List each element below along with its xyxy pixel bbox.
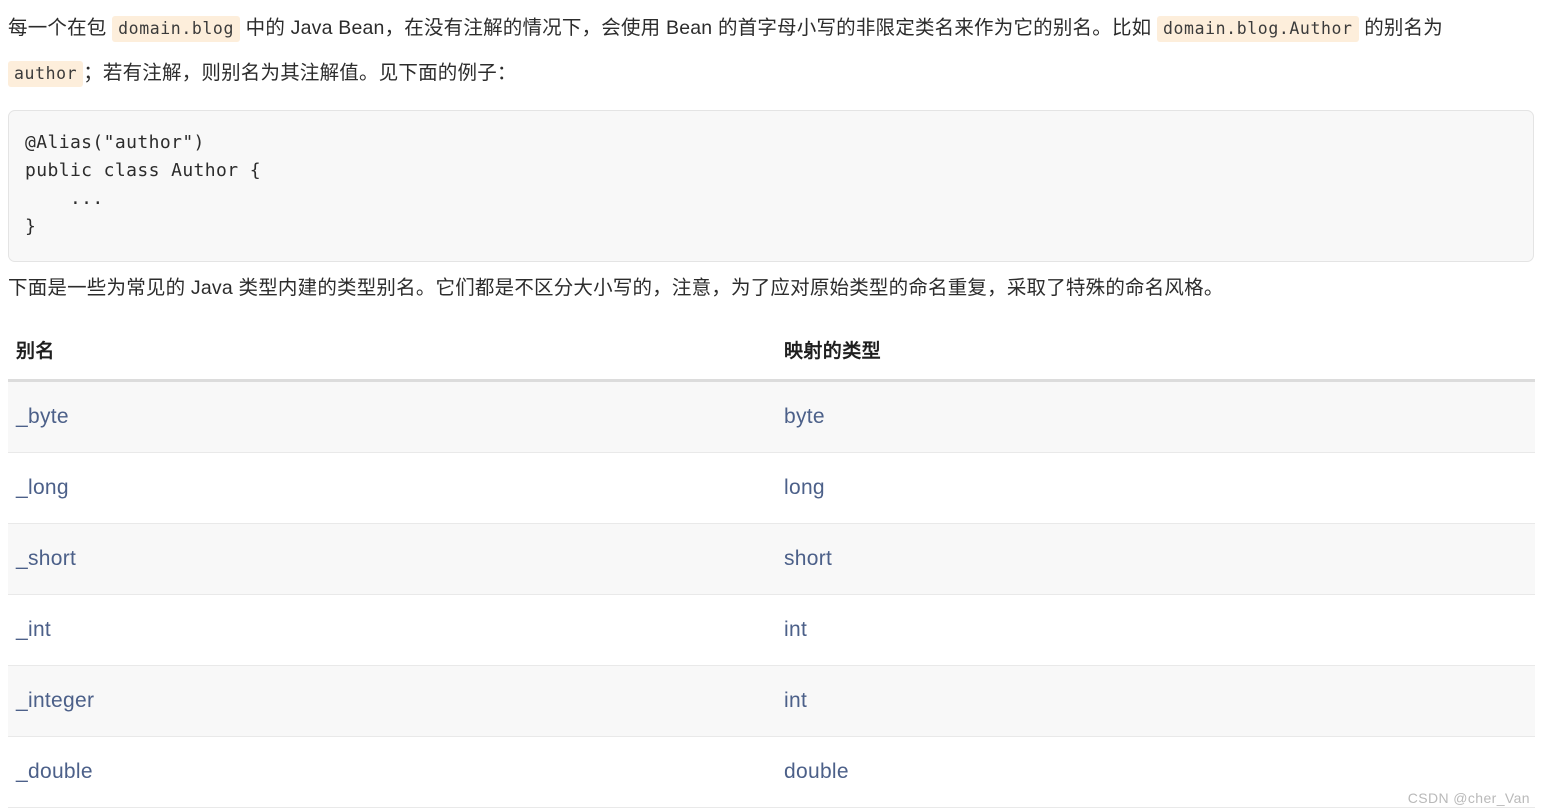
cell-mapped-type: double — [776, 736, 1535, 808]
types-paragraph: 下面是一些为常见的 Java 类型内建的类型别名。它们都是不区分大小写的，注意，… — [8, 277, 1224, 299]
inline-code-domain-blog-author: domain.blog.Author — [1156, 16, 1359, 42]
table-row: _integer int — [8, 665, 1535, 737]
cell-alias: _double — [8, 736, 776, 808]
intro-text-segment-4: ；若有注解，则别名为其注解值。见下面的例子： — [83, 62, 517, 84]
cell-mapped-type: short — [776, 523, 1535, 595]
table-row: _byte byte — [8, 380, 1535, 453]
java-code-block: @Alias("author") public class Author { .… — [8, 110, 1534, 262]
intro-paragraph: 每一个在包 domain.blog 中的 Java Bean，在没有注解的情况下… — [0, 0, 1542, 96]
table-row: _long long — [8, 452, 1535, 524]
type-alias-table: 别名 映射的类型 _byte byte _long long _short sh… — [8, 328, 1535, 808]
java-code-block-content: @Alias("author") public class Author { .… — [25, 132, 261, 237]
column-header-mapped-type: 映射的类型 — [776, 328, 1535, 382]
table-row: _double double — [8, 736, 1535, 808]
intro-text-segment-3: 的别名为 — [1358, 17, 1444, 39]
cell-alias: _long — [8, 452, 776, 524]
table-header: 别名 映射的类型 — [8, 328, 1535, 382]
intro-text-segment-2: 中的 Java Bean，在没有注解的情况下，会使用 Bean 的首字母小写的非… — [240, 17, 1157, 39]
cell-alias: _integer — [8, 665, 776, 737]
intro-text-segment-1: 每一个在包 — [8, 17, 113, 39]
cell-mapped-type: long — [776, 452, 1535, 524]
table-row: _short short — [8, 523, 1535, 595]
table-header-row: 别名 映射的类型 — [8, 328, 1535, 382]
cell-mapped-type: byte — [776, 380, 1535, 453]
document-page: 每一个在包 domain.blog 中的 Java Bean，在没有注解的情况下… — [0, 0, 1542, 812]
table-row: _int int — [8, 594, 1535, 666]
cell-mapped-type: int — [776, 594, 1535, 666]
column-header-alias: 别名 — [8, 328, 776, 382]
cell-mapped-type: int — [776, 665, 1535, 737]
cell-alias: _short — [8, 523, 776, 595]
inline-code-author: author — [8, 61, 84, 87]
inline-code-domain-blog: domain.blog — [112, 16, 240, 42]
cell-alias: _int — [8, 594, 776, 666]
table-body: _byte byte _long long _short short _int … — [8, 380, 1535, 808]
cell-alias: _byte — [8, 380, 776, 453]
